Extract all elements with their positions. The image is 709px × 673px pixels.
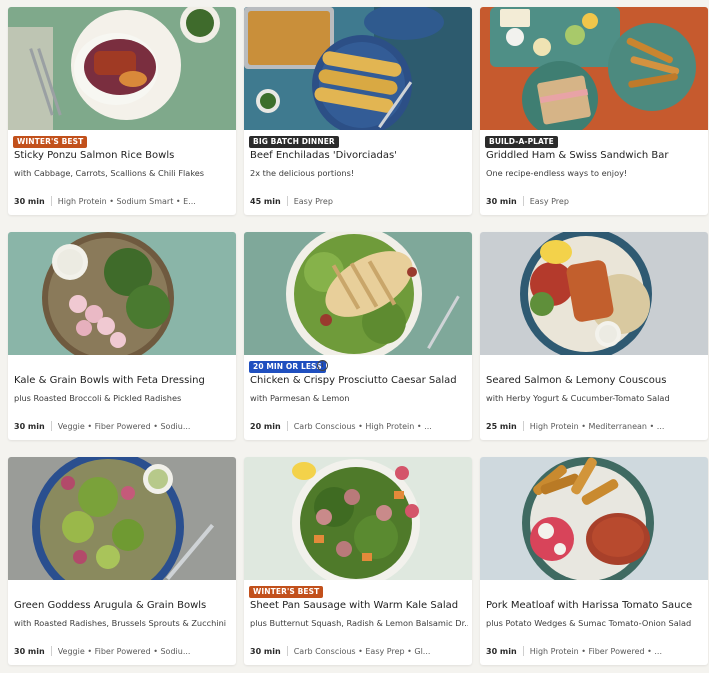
recipe-card[interactable]: 20 MIN OR LESS i Chicken & Crispy Prosci… <box>244 232 472 440</box>
meta-divider <box>50 196 52 206</box>
recipe-title[interactable]: Kale & Grain Bowls with Feta Dressing <box>14 375 232 386</box>
recipe-subtitle: plus Roasted Broccoli & Pickled Radishes <box>14 393 182 403</box>
meta-divider <box>286 421 288 431</box>
meta-divider <box>522 196 524 206</box>
recipe-card[interactable]: WINTER'S BEST Sheet Pan Sausage with War… <box>244 457 472 665</box>
recipe-tags: Easy Prep <box>529 196 569 206</box>
recipe-card[interactable]: BIG BATCH DINNER Beef Enchiladas 'Divorc… <box>244 7 472 215</box>
recipe-image[interactable] <box>480 7 708 130</box>
recipe-image[interactable] <box>8 457 236 580</box>
recipe-badge: BUILD-A-PLATE <box>485 136 558 148</box>
recipe-meta: 25 min High Protein • Mediterranean • ..… <box>486 421 704 431</box>
recipe-subtitle: plus Potato Wedges & Sumac Tomato-Onion … <box>486 618 692 628</box>
recipe-image[interactable] <box>480 457 708 580</box>
recipe-badge: BIG BATCH DINNER <box>249 136 339 148</box>
recipe-title[interactable]: Green Goddess Arugula & Grain Bowls <box>14 600 232 611</box>
recipe-title[interactable]: Chicken & Crispy Prosciutto Caesar Salad <box>250 375 468 386</box>
meta-divider <box>522 646 524 656</box>
recipe-subtitle: with Cabbage, Carrots, Scallions & Chili… <box>14 168 205 178</box>
cook-time: 30 min <box>14 646 45 656</box>
recipe-meta: 30 min High Protein • Fiber Powered • ..… <box>486 646 704 656</box>
recipe-title[interactable]: Griddled Ham & Swiss Sandwich Bar <box>486 150 704 161</box>
recipe-meta: 30 min Easy Prep <box>486 196 704 206</box>
recipe-grid: WINTER'S BEST Sticky Ponzu Salmon Rice B… <box>0 0 709 673</box>
cook-time: 30 min <box>14 196 45 206</box>
recipe-tags: Carb Conscious • Easy Prep • Gl... <box>293 646 431 656</box>
recipe-tags: High Protein • Sodium Smart • E... <box>57 196 196 206</box>
cook-time: 25 min <box>486 421 517 431</box>
recipe-title[interactable]: Beef Enchiladas 'Divorciadas' <box>250 150 468 161</box>
recipe-card[interactable]: Pork Meatloaf with Harissa Tomato Sauce … <box>480 457 708 665</box>
recipe-tags: Veggie • Fiber Powered • Sodiu... <box>57 421 191 431</box>
recipe-card[interactable]: Green Goddess Arugula & Grain Bowls with… <box>8 457 236 665</box>
recipe-badge: 20 MIN OR LESS <box>249 361 326 373</box>
cook-time: 30 min <box>250 646 281 656</box>
recipe-subtitle: with Roasted Radishes, Brussels Sprouts … <box>14 618 227 628</box>
recipe-subtitle: One recipe-endless ways to enjoy! <box>486 168 628 178</box>
cook-time: 20 min <box>250 421 281 431</box>
recipe-title[interactable]: Sheet Pan Sausage with Warm Kale Salad <box>250 600 468 611</box>
recipe-card[interactable]: Seared Salmon & Lemony Couscous with Her… <box>480 232 708 440</box>
recipe-badge: WINTER'S BEST <box>13 136 88 148</box>
recipe-title[interactable]: Sticky Ponzu Salmon Rice Bowls <box>14 150 232 161</box>
recipe-image[interactable] <box>244 232 472 355</box>
recipe-image[interactable] <box>480 232 708 355</box>
meta-divider <box>50 646 52 656</box>
recipe-badge: WINTER'S BEST <box>249 586 324 598</box>
recipe-meta: 30 min Carb Conscious • Easy Prep • Gl..… <box>250 646 468 656</box>
recipe-subtitle: with Parmesan & Lemon <box>250 393 350 403</box>
info-icon[interactable]: i <box>317 360 328 371</box>
meta-divider <box>286 646 288 656</box>
recipe-tags: Carb Conscious • High Protein • ... <box>293 421 432 431</box>
recipe-meta: 20 min Carb Conscious • High Protein • .… <box>250 421 468 431</box>
recipe-meta: 30 min High Protein • Sodium Smart • E..… <box>14 196 232 206</box>
cook-time: 30 min <box>14 421 45 431</box>
recipe-subtitle: with Herby Yogurt & Cucumber-Tomato Sala… <box>486 393 670 403</box>
recipe-tags: Veggie • Fiber Powered • Sodiu... <box>57 646 191 656</box>
cook-time: 30 min <box>486 646 517 656</box>
recipe-card[interactable]: Kale & Grain Bowls with Feta Dressing pl… <box>8 232 236 440</box>
recipe-image[interactable] <box>8 7 236 130</box>
recipe-card[interactable]: BUILD-A-PLATE Griddled Ham & Swiss Sandw… <box>480 7 708 215</box>
recipe-subtitle: 2x the delicious portions! <box>250 168 355 178</box>
recipe-card[interactable]: WINTER'S BEST Sticky Ponzu Salmon Rice B… <box>8 7 236 215</box>
cook-time: 45 min <box>250 196 281 206</box>
recipe-meta: 45 min Easy Prep <box>250 196 468 206</box>
recipe-title[interactable]: Pork Meatloaf with Harissa Tomato Sauce <box>486 600 704 611</box>
cook-time: 30 min <box>486 196 517 206</box>
recipe-meta: 30 min Veggie • Fiber Powered • Sodiu... <box>14 646 232 656</box>
recipe-tags: Easy Prep <box>293 196 333 206</box>
meta-divider <box>50 421 52 431</box>
recipe-image[interactable] <box>8 232 236 355</box>
recipe-image[interactable] <box>244 7 472 130</box>
recipe-subtitle: plus Butternut Squash, Radish & Lemon Ba… <box>250 618 468 628</box>
recipe-tags: High Protein • Mediterranean • ... <box>529 421 665 431</box>
recipe-title[interactable]: Seared Salmon & Lemony Couscous <box>486 375 704 386</box>
meta-divider <box>286 196 288 206</box>
recipe-tags: High Protein • Fiber Powered • ... <box>529 646 662 656</box>
recipe-meta: 30 min Veggie • Fiber Powered • Sodiu... <box>14 421 232 431</box>
recipe-image[interactable] <box>244 457 472 580</box>
meta-divider <box>522 421 524 431</box>
